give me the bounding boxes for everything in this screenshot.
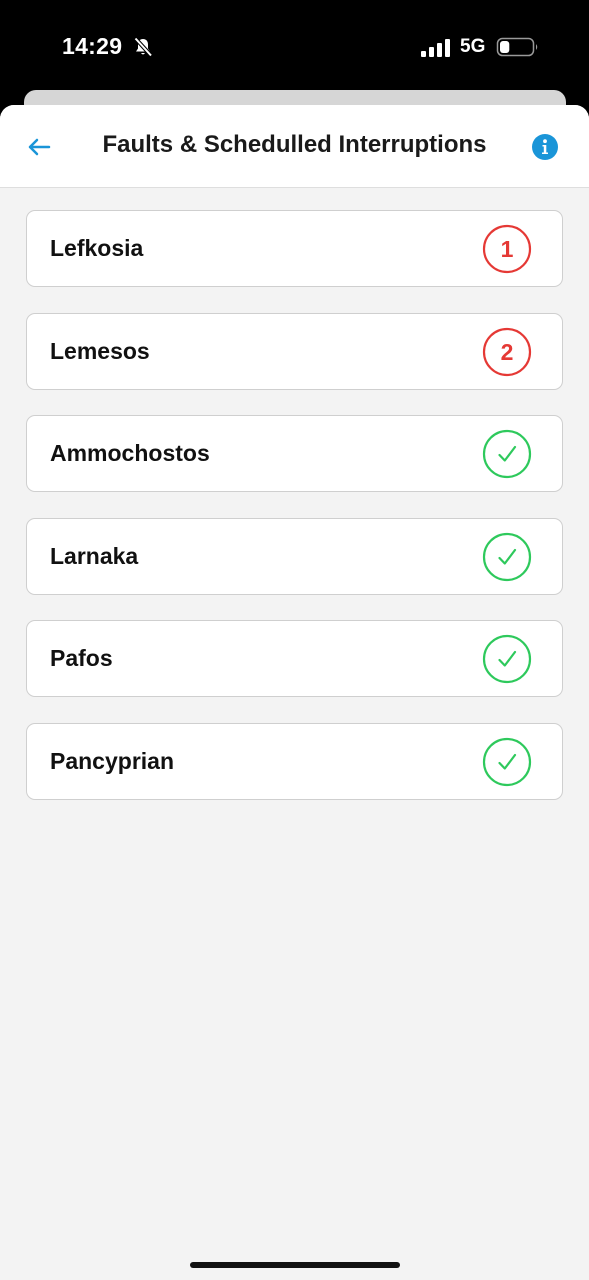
battery-fill [500,41,510,53]
nav-header: Faults & Schedulled Interruptions [0,105,589,188]
status-bar: 14:29 5G [0,0,589,92]
info-icon[interactable] [531,133,559,161]
region-item-pancyprian[interactable]: Pancyprian [26,722,563,800]
region-name: Pafos [50,645,113,671]
home-indicator[interactable] [190,1262,400,1268]
checkmark-icon [482,737,532,786]
status-time: 14:29 [62,33,123,59]
network-type: 5G [460,36,486,57]
region-item-ammochostos[interactable]: Ammochostos [26,415,563,492]
fault-count-badge: 1 [482,224,532,274]
battery-icon [496,37,538,57]
region-item-lemesos[interactable]: Lemesos 2 [26,312,563,390]
region-item-larnaka[interactable]: Larnaka [26,517,563,595]
region-name: Ammochostos [50,440,210,466]
fault-count: 1 [501,236,514,262]
fault-count-badge: 2 [482,327,532,376]
page-title: Faults & Schedulled Interruptions [102,131,487,158]
region-item-pafos[interactable]: Pafos [26,620,563,697]
region-list: Lefkosia 1 Lemesos 2 Ammochostos Larnaka Pafos… [26,210,563,825]
region-name: Lefkosia [50,235,144,261]
region-name: Lemesos [50,337,150,364]
arrow-left-icon[interactable] [22,129,58,165]
app-sheet: Faults & Schedulled Interruptions Lefkos… [0,105,589,1280]
bell-slash-icon [134,37,153,57]
region-item-lefkosia[interactable]: Lefkosia 1 [26,210,563,287]
checkmark-icon [482,532,532,581]
checkmark-icon [482,634,532,684]
region-name: Pancyprian [50,747,174,774]
cellular-signal-icon [421,39,450,57]
region-name: Larnaka [50,542,139,569]
fault-count: 2 [501,339,514,365]
checkmark-icon [482,429,532,479]
